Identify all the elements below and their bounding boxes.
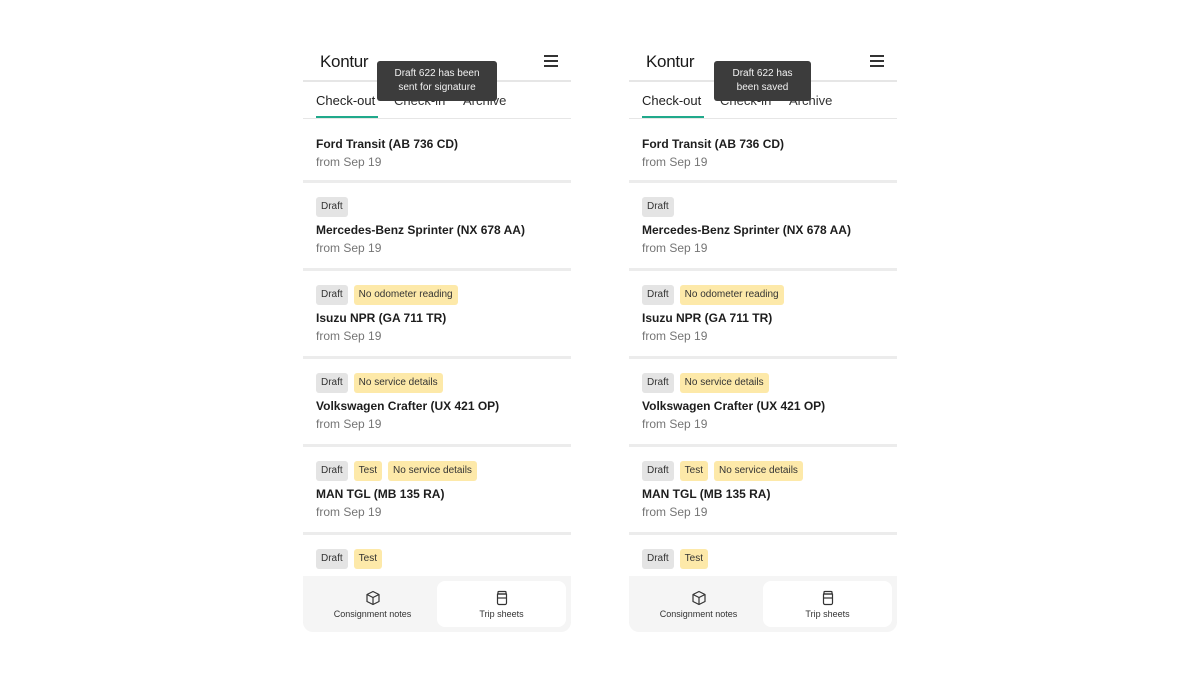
item-date: from Sep 19: [642, 505, 708, 519]
badge-group: Draft No odometer reading: [316, 271, 558, 306]
badge-group: Draft Test No service details: [316, 447, 558, 482]
toast-line-1: Draft 622 has: [732, 68, 793, 79]
phone-screen: Kontur Check-out Check-in Archive Draft …: [303, 40, 571, 632]
toast-line-1: Draft 622 has been: [394, 68, 480, 79]
nav-label: Trip sheets: [805, 608, 850, 619]
list-item[interactable]: Ford Transit (AB 736 CD) from Sep 19: [629, 119, 897, 183]
nav-label: Consignment notes: [333, 608, 412, 619]
draft-badge: Draft: [316, 197, 348, 217]
badge-group: Draft No odometer reading: [642, 271, 884, 306]
active-tab-indicator: [642, 116, 704, 118]
warning-badge: No odometer reading: [679, 285, 784, 305]
item-date: from Sep 19: [316, 329, 382, 343]
item-date: from Sep 19: [316, 241, 382, 255]
badge-group: Draft No service details: [642, 359, 884, 394]
vehicle-title: MAN TGL (MB 135 RA): [642, 487, 771, 501]
badge-group: Draft: [316, 183, 558, 218]
list-item[interactable]: Ford Transit (AB 736 CD) from Sep 19: [303, 119, 571, 183]
vehicle-title: Mercedes-Benz Sprinter (NX 678 AA): [316, 223, 525, 237]
item-date: from Sep 19: [642, 241, 708, 255]
draft-badge: Draft: [642, 549, 674, 569]
hamburger-menu-icon[interactable]: [870, 55, 884, 67]
item-date: from Sep 19: [642, 329, 708, 343]
list-item[interactable]: Draft Test No service details MAN TGL (MB 1…: [303, 447, 571, 535]
jar-icon: [820, 590, 836, 606]
draft-badge: Draft: [316, 461, 348, 481]
toast-line-2: been saved: [736, 82, 789, 93]
nav-consignment-notes[interactable]: Consignment notes: [634, 581, 763, 627]
kontur-logo[interactable]: Kontur: [320, 52, 369, 72]
vehicle-title: MAN TGL (MB 135 RA): [316, 487, 445, 501]
vehicle-title: Mercedes-Benz Sprinter (NX 678 AA): [642, 223, 851, 237]
list-item[interactable]: Draft Test No service details MAN TGL (MB 1…: [629, 447, 897, 535]
badge-group: Draft Test: [642, 535, 884, 570]
list-item[interactable]: Draft Mercedes-Benz Sprinter (NX 678 AA) f…: [303, 183, 571, 271]
bottom-nav: Consignment notes Trip sheets: [629, 576, 897, 632]
draft-badge: Draft: [316, 549, 348, 569]
badge-group: Draft Test No service details: [642, 447, 884, 482]
vehicle-title: Isuzu NPR (GA 711 TR): [642, 311, 773, 325]
item-date: from Sep 19: [316, 155, 382, 169]
toast-notification: Draft 622 has been sent for signature: [377, 61, 497, 101]
toast-notification: Draft 622 has been saved: [714, 61, 811, 101]
kontur-logo[interactable]: Kontur: [646, 52, 695, 72]
warning-badge: No service details: [388, 461, 477, 481]
item-date: from Sep 19: [642, 155, 708, 169]
package-icon: [365, 590, 381, 606]
nav-trip-sheets[interactable]: Trip sheets: [437, 581, 566, 627]
hamburger-menu-icon[interactable]: [544, 55, 558, 67]
vehicle-title: Volkswagen Crafter (UX 421 OP): [642, 399, 826, 413]
warning-badge: Test: [353, 461, 383, 481]
item-date: from Sep 19: [642, 417, 708, 431]
draft-badge: Draft: [642, 373, 674, 393]
list-item[interactable]: Draft No service details Volkswagen Crafte…: [629, 359, 897, 447]
item-date: from Sep 19: [316, 505, 382, 519]
badge-group: Draft No service details: [316, 359, 558, 394]
warning-badge: No service details: [353, 373, 443, 393]
warning-badge: No service details: [679, 373, 769, 393]
active-tab-indicator: [316, 116, 378, 118]
nav-consignment-notes[interactable]: Consignment notes: [308, 581, 437, 627]
jar-icon: [494, 590, 510, 606]
phone-screen: Kontur Check-out Check-in Archive Draft …: [629, 40, 897, 632]
trip-sheet-list: Ford Transit (AB 736 CD) from Sep 19 Draft…: [303, 119, 571, 623]
vehicle-title: Isuzu NPR (GA 711 TR): [316, 311, 447, 325]
nav-label: Trip sheets: [479, 608, 524, 619]
badge-group: Draft: [642, 183, 884, 218]
vehicle-title: Ford Transit (AB 736 CD): [642, 137, 785, 151]
draft-badge: Draft: [642, 461, 674, 481]
warning-badge: No odometer reading: [353, 285, 458, 305]
bottom-nav: Consignment notes Trip sheets: [303, 576, 571, 632]
draft-badge: Draft: [316, 285, 348, 305]
warning-badge: No service details: [714, 461, 803, 481]
vehicle-title: Volkswagen Crafter (UX 421 OP): [316, 399, 500, 413]
list-item[interactable]: Draft No odometer reading Isuzu NPR (GA 71…: [629, 271, 897, 359]
item-date: from Sep 19: [316, 417, 382, 431]
trip-sheet-list: Ford Transit (AB 736 CD) from Sep 19 Draft…: [629, 119, 897, 623]
toast-line-2: sent for signature: [398, 82, 476, 93]
list-item[interactable]: Draft No odometer reading Isuzu NPR (GA 71…: [303, 271, 571, 359]
warning-badge: Test: [679, 549, 709, 569]
draft-badge: Draft: [642, 285, 674, 305]
warning-badge: Test: [353, 549, 383, 569]
list-item[interactable]: Draft No service details Volkswagen Crafte…: [303, 359, 571, 447]
list-item[interactable]: Draft Mercedes-Benz Sprinter (NX 678 AA) f…: [629, 183, 897, 271]
tab-check-out[interactable]: Check-out: [642, 93, 701, 108]
nav-trip-sheets[interactable]: Trip sheets: [763, 581, 892, 627]
nav-label: Consignment notes: [659, 608, 738, 619]
vehicle-title: Ford Transit (AB 736 CD): [316, 137, 459, 151]
draft-badge: Draft: [642, 197, 674, 217]
package-icon: [691, 590, 707, 606]
warning-badge: Test: [679, 461, 709, 481]
badge-group: Draft Test: [316, 535, 558, 570]
tab-check-out[interactable]: Check-out: [316, 93, 375, 108]
draft-badge: Draft: [316, 373, 348, 393]
